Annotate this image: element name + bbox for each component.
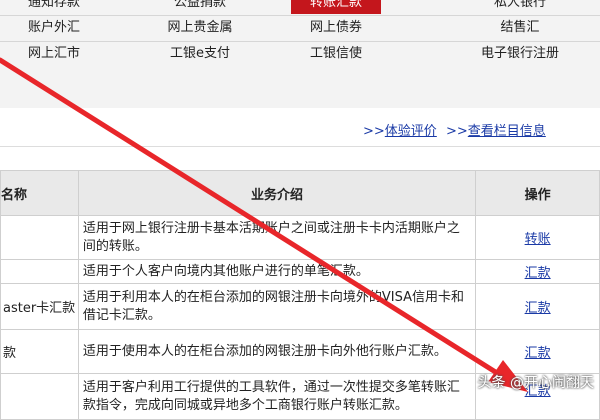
column-info-link[interactable]: >>查看栏目信息 bbox=[446, 120, 546, 139]
remit-link[interactable]: 汇款 bbox=[525, 301, 551, 316]
menu-item-exchange[interactable]: 结售汇 bbox=[460, 17, 580, 39]
menu-row-2: 账户外汇 网上贵金属 网上债券 结售汇 bbox=[0, 17, 600, 39]
menu-item-bonds[interactable]: 网上债券 bbox=[291, 17, 381, 39]
menu-item-ebank-register[interactable]: 电子银行注册 bbox=[460, 43, 580, 65]
row-name: aster卡汇款 bbox=[0, 283, 79, 330]
header-name: 名称 bbox=[0, 170, 79, 216]
row-desc: 适用于网上银行注册卡基本活期账户之间或注册卡卡内活期账户之间的转账。 bbox=[77, 215, 477, 260]
menu-item-private-bank[interactable]: 私人银行 bbox=[460, 0, 580, 14]
table-header: 名称 业务介绍 操作 bbox=[0, 170, 600, 216]
row-name: 款 bbox=[0, 329, 79, 374]
row-name bbox=[0, 259, 79, 284]
menu-divider bbox=[0, 41, 600, 42]
table-row: 适用于网上银行注册卡基本活期账户之间或注册卡卡内活期账户之间的转账。 转账 bbox=[0, 215, 600, 260]
row-action-cell: 汇款 bbox=[475, 283, 600, 330]
row-desc: 适用于利用本人的在柜台添加的网银注册卡向境外的VISA信用卡和借记卡汇款。 bbox=[77, 283, 477, 330]
watermark: 头条 @开心闹翻天 bbox=[477, 375, 594, 391]
menu-item-transfer[interactable]: 转账汇款 bbox=[291, 0, 381, 14]
link-bar: >>体验评价 >>查看栏目信息 bbox=[0, 108, 600, 147]
row-action-cell: 汇款 bbox=[475, 329, 600, 374]
spacer bbox=[0, 147, 600, 169]
menu-item-notice-deposit[interactable]: 通知存款 bbox=[0, 0, 108, 14]
table-row: 适用于个人客户向境内其他账户进行的单笔汇款。 汇款 bbox=[0, 259, 600, 284]
table-row: 款 适用于使用本人的在柜台添加的网银注册卡向外他行账户汇款。 汇款 bbox=[0, 329, 600, 374]
menu-row-3: 网上汇市 工银e支付 工银信使 电子银行注册 bbox=[0, 43, 600, 65]
transfer-link[interactable]: 转账 bbox=[525, 232, 551, 247]
row-desc: 适用于客户利用工行提供的工具软件，通过一次性提交多笔转账汇款指令，完成向同城或异… bbox=[77, 373, 477, 420]
menu-item-e-pay[interactable]: 工银e支付 bbox=[140, 43, 260, 65]
menu-item-forex-market[interactable]: 网上汇市 bbox=[0, 43, 108, 65]
row-desc: 适用于使用本人的在柜台添加的网银注册卡向外他行账户汇款。 bbox=[77, 329, 477, 374]
menu-item-charity[interactable]: 公益捐款 bbox=[140, 0, 260, 14]
experience-link[interactable]: >>体验评价 bbox=[363, 120, 437, 139]
row-action-cell: 汇款 bbox=[475, 259, 600, 284]
header-action: 操作 bbox=[475, 170, 600, 216]
menu-divider bbox=[0, 15, 600, 16]
top-menu: 通知存款 公益捐款 转账汇款 私人银行 账户外汇 网上贵金属 网上债券 结售汇 … bbox=[0, 0, 600, 108]
menu-item-messenger[interactable]: 工银信使 bbox=[291, 43, 381, 65]
table-row: aster卡汇款 适用于利用本人的在柜台添加的网银注册卡向境外的VISA信用卡和… bbox=[0, 283, 600, 330]
menu-item-precious-metals[interactable]: 网上贵金属 bbox=[140, 17, 260, 39]
row-name bbox=[0, 373, 79, 420]
row-desc: 适用于个人客户向境内其他账户进行的单笔汇款。 bbox=[77, 259, 477, 284]
row-name bbox=[0, 215, 79, 260]
menu-item-forex-account[interactable]: 账户外汇 bbox=[0, 17, 108, 39]
header-desc: 业务介绍 bbox=[77, 170, 477, 216]
row-action-cell: 转账 bbox=[475, 215, 600, 260]
remit-link[interactable]: 汇款 bbox=[525, 346, 551, 361]
remit-link[interactable]: 汇款 bbox=[525, 266, 551, 281]
menu-row-1: 通知存款 公益捐款 转账汇款 私人银行 bbox=[0, 0, 600, 14]
